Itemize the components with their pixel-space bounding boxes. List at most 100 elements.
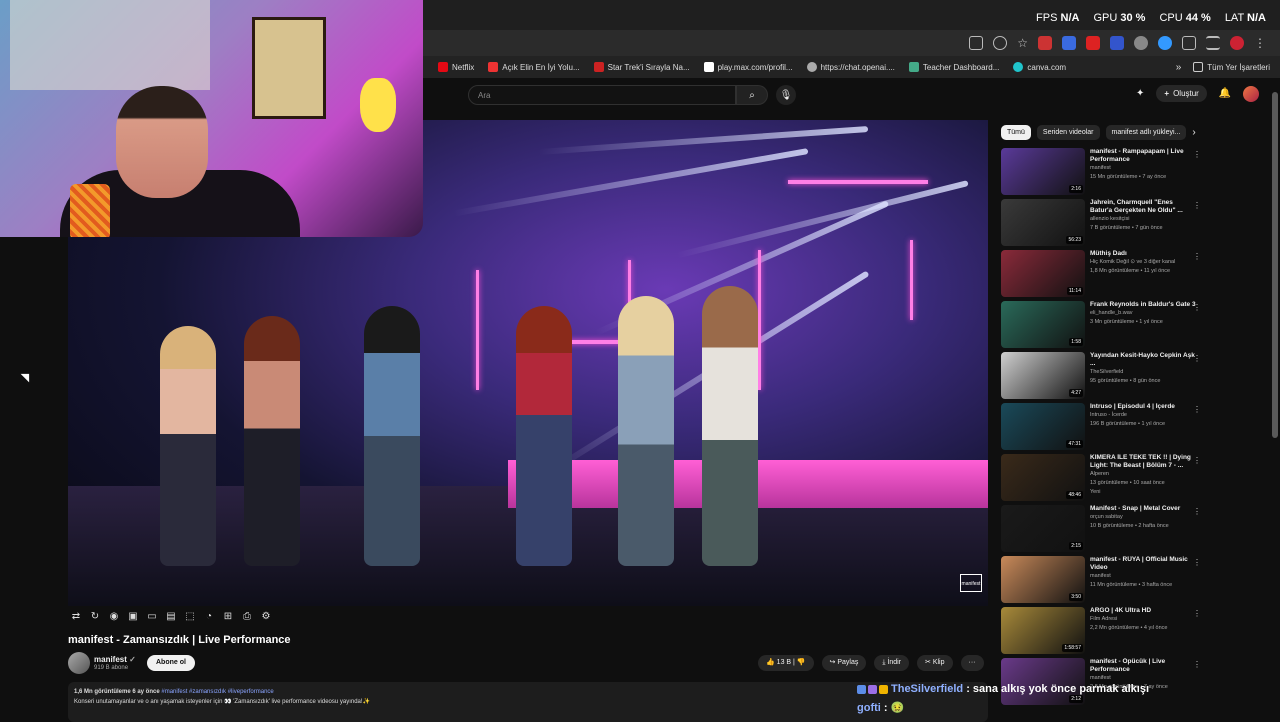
recommendation-channel[interactable]: Alperen <box>1090 470 1196 479</box>
hashtags[interactable]: #manifest #zamansızdık #liveperformance <box>161 689 273 695</box>
recommendation-channel[interactable]: orçun sabitay <box>1090 513 1196 522</box>
settings-gear-icon[interactable]: ⚙ <box>260 610 272 622</box>
recommendation-item[interactable]: 1:58 Frank Reynolds in Baldur's Gate 3 eli… <box>1001 301 1207 352</box>
thumbs-down-icon[interactable]: 👎 <box>797 659 806 666</box>
page-scrollbar[interactable] <box>1272 92 1278 438</box>
extension-icon[interactable] <box>1110 36 1124 50</box>
recommendation-item[interactable]: 2:16 manifest - Rampapapam | Live Perform… <box>1001 148 1207 199</box>
more-options-icon[interactable]: ⋮ <box>1193 660 1201 669</box>
clip-button[interactable]: ✂ Klip <box>917 655 953 671</box>
theater-icon[interactable]: ▤ <box>165 610 177 622</box>
video-thumbnail[interactable]: 1:58:57 <box>1001 607 1085 654</box>
pip-icon[interactable]: ▣ <box>127 610 139 622</box>
chip-all[interactable]: Tümü <box>1001 125 1031 140</box>
more-options-icon[interactable]: ⋮ <box>1193 609 1201 618</box>
video-thumbnail[interactable]: 48:46 <box>1001 454 1085 501</box>
loop-icon[interactable]: ⇄ <box>70 610 82 622</box>
download-button[interactable]: ⤓ İndir <box>874 655 910 671</box>
recommendation-title[interactable]: manifest - Rampapapam | Live Performance <box>1090 148 1196 164</box>
video-thumbnail[interactable]: 2:15 <box>1001 505 1085 552</box>
extension-icon[interactable] <box>1158 36 1172 50</box>
channel-avatar[interactable] <box>68 652 90 674</box>
more-actions-button[interactable]: ··· <box>960 655 984 671</box>
more-options-icon[interactable]: ⋮ <box>1193 252 1201 261</box>
recommendation-title[interactable]: Intruso | Episodul 4 | İçerde <box>1090 403 1196 411</box>
more-options-icon[interactable]: ⋮ <box>1193 558 1201 567</box>
recommendation-title[interactable]: ARGO | 4K Ultra HD <box>1090 607 1196 615</box>
channel-name[interactable]: manifest ✓ <box>94 655 136 664</box>
bookmark-item[interactable]: Teacher Dashboard... <box>908 62 999 72</box>
recommendation-title[interactable]: manifest - RÜYA | Official Music Video <box>1090 556 1196 572</box>
channel-watermark[interactable]: manifest <box>960 574 982 592</box>
recommendation-channel[interactable]: allenzio kesitçisi <box>1090 215 1196 224</box>
video-thumbnail[interactable]: 11:14 <box>1001 250 1085 297</box>
recommendation-item[interactable]: 11:14 Müthiş Dadı Hiç Komik Değil ⊙ ve 3 d… <box>1001 250 1207 301</box>
recommendation-item[interactable]: 1:58:57 ARGO | 4K Ultra HD Film Adresi 2,2 … <box>1001 607 1207 658</box>
video-thumbnail[interactable]: 3:50 <box>1001 556 1085 603</box>
chip-uploader[interactable]: manifest adlı yükleyi... <box>1105 125 1187 140</box>
chip-series[interactable]: Seriden videolar <box>1036 125 1100 140</box>
install-icon[interactable] <box>969 36 984 50</box>
recommendation-item[interactable]: 47:31 Intruso | Episodul 4 | İçerde Intrus… <box>1001 403 1207 454</box>
recommendation-channel[interactable]: Hiç Komik Değil ⊙ ve 3 diğer kanal <box>1090 258 1196 267</box>
recommendation-item[interactable]: 4:27 Yayından Kesit-Hayko Cepkin Aşk ... T… <box>1001 352 1207 403</box>
recommendation-title[interactable]: KIMERA İLE TEKE TEK !! | Dying Light: Th… <box>1090 454 1196 470</box>
voice-search-button[interactable]: 🎙 <box>776 85 796 105</box>
extension-icon[interactable] <box>1038 36 1052 50</box>
recommendation-item[interactable]: 56:23 Jahrein, Charmquell "Enes Batur'a G… <box>1001 199 1207 250</box>
screen-icon[interactable]: ▭ <box>146 610 158 622</box>
crop-icon[interactable]: ⬚ <box>184 610 196 622</box>
account-avatar[interactable] <box>1243 85 1260 102</box>
audio-icon[interactable]: ◉ <box>108 610 120 622</box>
more-options-icon[interactable]: ⋮ <box>1193 405 1201 414</box>
subscribe-button[interactable]: Abone ol <box>147 655 195 671</box>
recommendation-channel[interactable]: manifest <box>1090 164 1196 173</box>
cast-icon[interactable]: ✦ <box>1136 88 1144 99</box>
all-bookmarks-button[interactable]: Tüm Yer İşaretleri <box>1193 62 1270 72</box>
reading-list-icon[interactable] <box>1206 36 1220 50</box>
bookmark-star-icon[interactable]: ☆ <box>1017 36 1028 50</box>
more-options-icon[interactable]: ⋮ <box>1193 456 1201 465</box>
more-options-icon[interactable]: ⋮ <box>1193 150 1201 159</box>
more-options-icon[interactable]: ⋮ <box>1193 201 1201 210</box>
bookmark-item[interactable]: Star Trek'i Sırayla Na... <box>593 62 690 72</box>
recommendation-channel[interactable]: manifest <box>1090 572 1196 581</box>
recommendation-channel[interactable]: Film Adresi <box>1090 615 1196 624</box>
recommendation-channel[interactable]: TheSilverfield <box>1090 368 1196 377</box>
recommendation-title[interactable]: manifest - Öpücük | Live Performance <box>1090 658 1196 674</box>
recommendation-title[interactable]: Frank Reynolds in Baldur's Gate 3 <box>1090 301 1196 309</box>
bookmarks-overflow-button[interactable]: » <box>1176 62 1182 73</box>
extensions-puzzle-icon[interactable] <box>1182 36 1196 50</box>
bookmark-item[interactable]: Açık Elin En İyi Yolu... <box>488 62 580 72</box>
recommendation-title[interactable]: Yayından Kesit-Hayko Cepkin Aşk ... <box>1090 352 1196 368</box>
more-options-icon[interactable]: ⋮ <box>1193 354 1201 363</box>
recommendation-title[interactable]: Manifest - Snap | Metal Cover <box>1090 505 1196 513</box>
bookmark-item[interactable]: https://chat.openai.... <box>806 62 895 72</box>
extension-icon[interactable] <box>1086 36 1100 50</box>
more-options-icon[interactable]: ⋮ <box>1193 303 1201 312</box>
recommendation-channel[interactable]: Intruso - İcerde <box>1090 411 1196 420</box>
video-thumbnail[interactable]: 1:58 <box>1001 301 1085 348</box>
repeat-icon[interactable]: ↻ <box>89 610 101 622</box>
recommendation-title[interactable]: Müthiş Dadı <box>1090 250 1196 258</box>
menu-icon[interactable]: ⋮ <box>1254 36 1266 50</box>
chevron-right-icon[interactable]: › <box>1192 127 1195 138</box>
bookmark-canva[interactable]: canva.com <box>1013 62 1066 72</box>
video-thumbnail[interactable]: 4:27 <box>1001 352 1085 399</box>
video-thumbnail[interactable]: 2:16 <box>1001 148 1085 195</box>
more-options-icon[interactable]: ⋮ <box>1193 507 1201 516</box>
video-thumbnail[interactable]: 47:31 <box>1001 403 1085 450</box>
search-input[interactable]: Ara <box>468 85 736 105</box>
recommendation-title[interactable]: Jahrein, Charmquell "Enes Batur'a Gerçek… <box>1090 199 1196 215</box>
video-description[interactable]: 1,6 Mn görüntüleme 6 ay önce #manifest #… <box>68 682 988 722</box>
recommendation-channel[interactable]: eli_handle_b.wav <box>1090 309 1196 318</box>
bookmark-netflix[interactable]: Netflix <box>438 62 474 72</box>
notifications-bell-icon[interactable]: 🔔 <box>1219 88 1231 99</box>
recommendation-item[interactable]: 3:50 manifest - RÜYA | Official Music Vid… <box>1001 556 1207 607</box>
recommendation-item[interactable]: 2:15 Manifest - Snap | Metal Cover orçun s… <box>1001 505 1207 556</box>
profile-icon[interactable] <box>1230 36 1244 50</box>
screenshot-icon[interactable]: ⎙ <box>241 610 253 622</box>
video-thumbnail[interactable]: 56:23 <box>1001 199 1085 246</box>
share-button[interactable]: ↪ Paylaş <box>821 655 867 671</box>
recommendation-item[interactable]: 48:46 KIMERA İLE TEKE TEK !! | Dying Ligh… <box>1001 454 1207 505</box>
